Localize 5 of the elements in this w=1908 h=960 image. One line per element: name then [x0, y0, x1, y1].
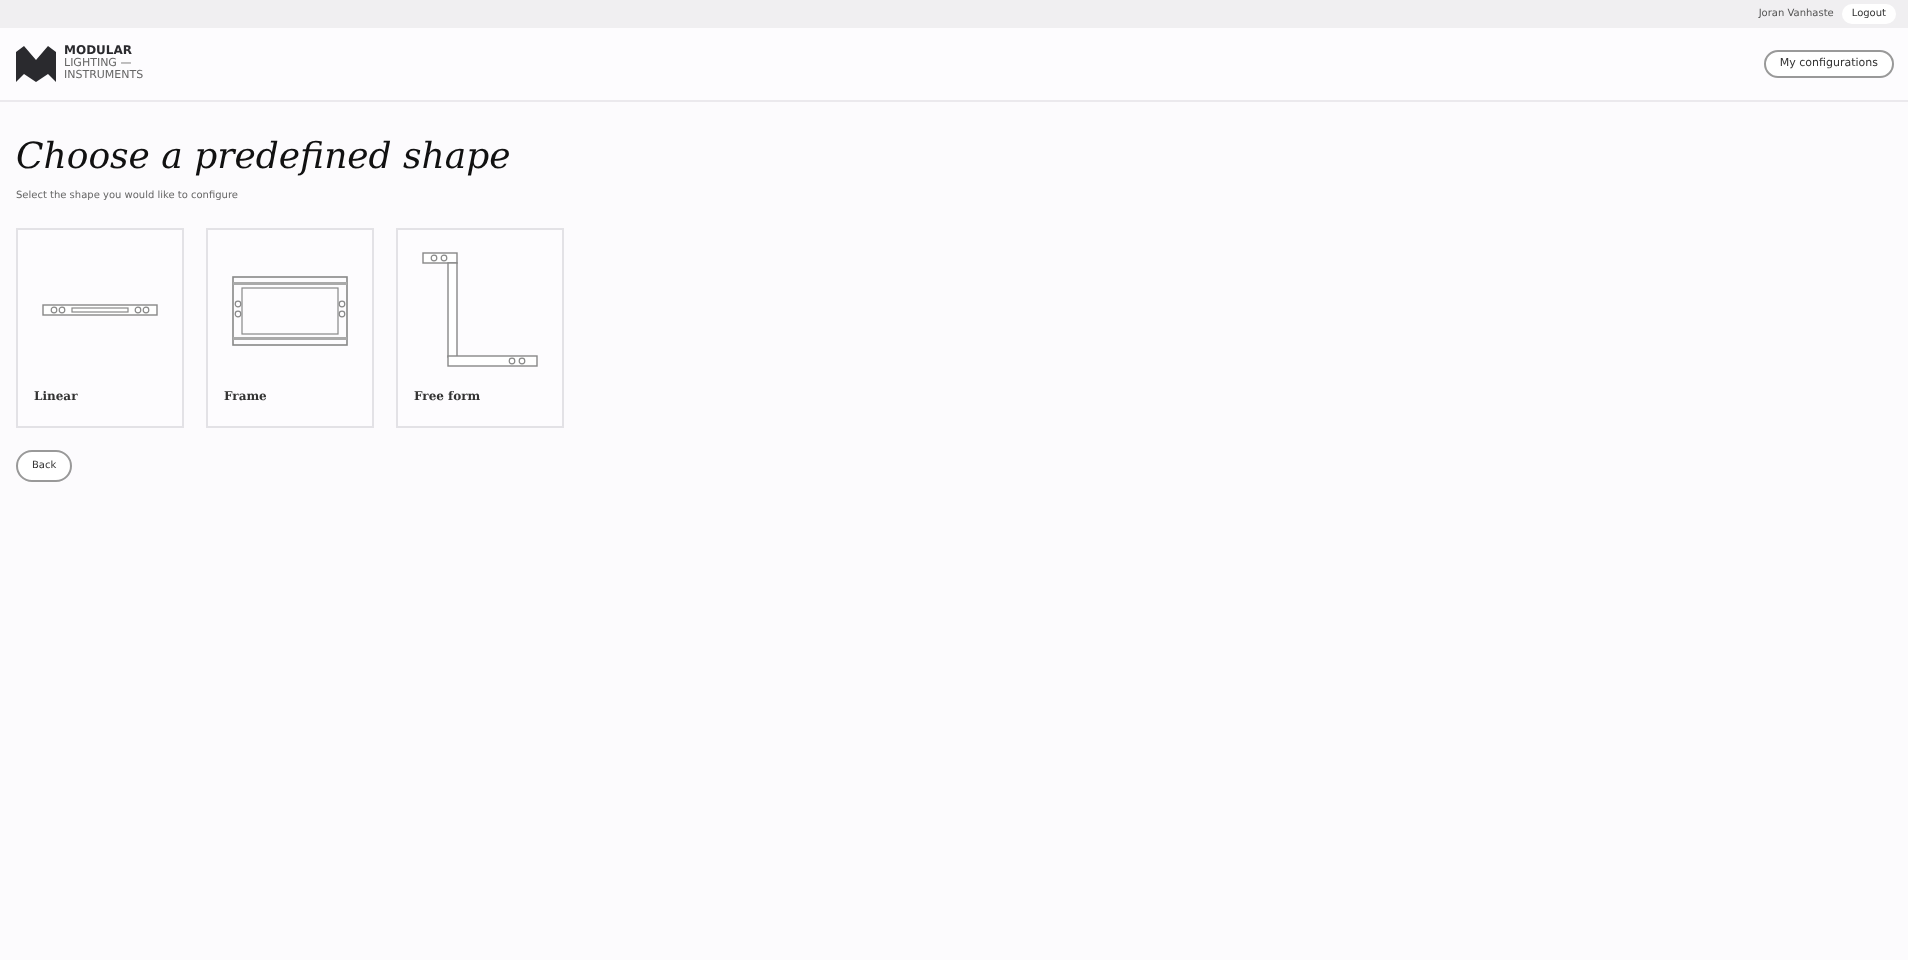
frame-shape-drawing: [232, 275, 348, 345]
linear-shape-drawing: [42, 304, 158, 316]
page-title: Choose a predefined shape: [16, 136, 513, 178]
logo-icon: [16, 46, 56, 82]
free-form-shape-drawing: [422, 252, 538, 368]
